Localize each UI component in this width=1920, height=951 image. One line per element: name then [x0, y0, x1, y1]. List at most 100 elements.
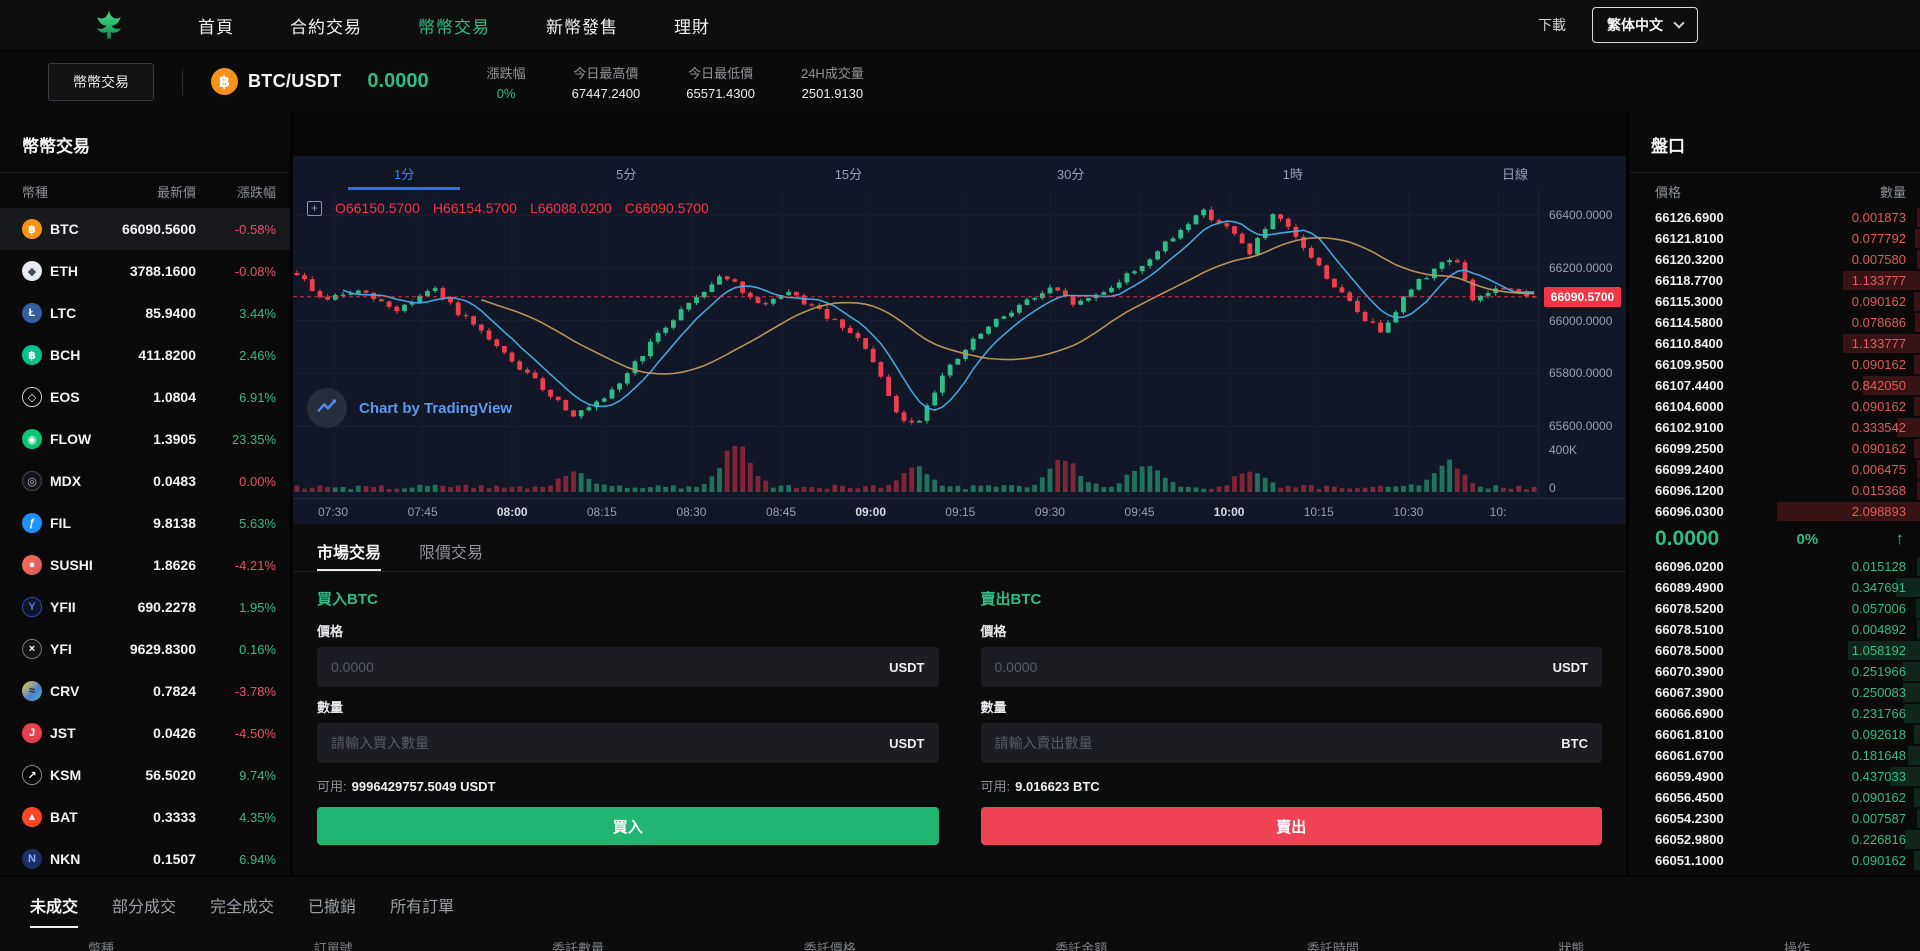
bid-row[interactable]: 66061.8100 0.092618	[1629, 724, 1920, 745]
coin-row-BTC[interactable]: ฿ BTC 66090.5600 -0.58%	[0, 208, 290, 250]
price-axis[interactable]: 66400.0000 66200.0000 66000.0000 65800.0000…	[1538, 190, 1626, 498]
coin-row-CRV[interactable]: ≈ CRV 0.7824 -3.78%	[0, 670, 290, 712]
coin-row-SUSHI[interactable]: ● SUSHI 1.8626 -4.21%	[0, 544, 290, 586]
bid-row[interactable]: 66059.4900 0.437033	[1629, 766, 1920, 787]
sell-price-input[interactable]	[994, 659, 1543, 675]
tradingview-attribution[interactable]: Chart by TradingView	[307, 388, 512, 428]
ob-qty: 0.015128	[1851, 559, 1906, 574]
sell-button[interactable]: 賣出	[980, 807, 1602, 845]
coin-change: 1.95%	[239, 599, 276, 615]
nav-item-3[interactable]: 新幣發售	[546, 13, 618, 38]
ob-price: 66096.0200	[1655, 559, 1724, 574]
bid-row[interactable]: 66078.5200 0.057006	[1629, 598, 1920, 619]
bid-row[interactable]: 66051.1000 0.090162	[1629, 850, 1920, 871]
pair-info: ฿ BTC/USDT 0.0000	[211, 68, 429, 95]
ask-row[interactable]: 66096.1200 0.015368	[1629, 480, 1920, 501]
coin-change: 2.46%	[239, 347, 276, 363]
coin-row-JST[interactable]: J JST 0.0426 -4.50%	[0, 712, 290, 754]
nav-item-1[interactable]: 合約交易	[290, 13, 362, 38]
buy-price-input[interactable]	[331, 659, 880, 675]
timeframe-tab-日線[interactable]: 日線	[1404, 156, 1626, 190]
coin-symbol-cell: ฿ BTC	[22, 219, 100, 239]
bid-row[interactable]: 66066.6900 0.231766	[1629, 703, 1920, 724]
ask-row[interactable]: 66109.9500 0.090162	[1629, 354, 1920, 375]
ask-row[interactable]: 66115.3000 0.090162	[1629, 291, 1920, 312]
coin-row-EOS[interactable]: ◇ EOS 1.0804 6.91%	[0, 376, 290, 418]
buy-amount-input[interactable]	[331, 735, 880, 751]
bid-row[interactable]: 66078.5100 0.004892	[1629, 619, 1920, 640]
coin-row-BCH[interactable]: ฿ BCH 411.8200 2.46%	[0, 334, 290, 376]
timeframe-label: 15分	[834, 167, 863, 182]
nav-item-0[interactable]: 首頁	[198, 13, 234, 38]
ob-price: 66051.1000	[1655, 853, 1724, 868]
nav-item-4[interactable]: 理財	[674, 13, 710, 38]
coin-row-LTC[interactable]: Ł LTC 85.9400 3.44%	[0, 292, 290, 334]
coin-row-BAT[interactable]: ▲ BAT 0.3333 4.35%	[0, 796, 290, 838]
sell-amount-input[interactable]	[994, 735, 1552, 751]
language-selector[interactable]: 繁体中文	[1592, 7, 1698, 43]
coin-row-FIL[interactable]: ƒ FIL 9.8138 5.63%	[0, 502, 290, 544]
candlestick-chart[interactable]	[293, 190, 1538, 498]
timeframe-tab-5分[interactable]: 5分	[515, 156, 737, 190]
bid-row[interactable]: 66061.6700 0.181648	[1629, 745, 1920, 766]
ask-row[interactable]: 66102.9100 0.333542	[1629, 417, 1920, 438]
timeframe-tab-1時[interactable]: 1時	[1182, 156, 1404, 190]
ask-row[interactable]: 66114.5800 0.078686	[1629, 312, 1920, 333]
coin-row-MDX[interactable]: ◎ MDX 0.0483 0.00%	[0, 460, 290, 502]
order-tab-1[interactable]: 部分成交	[112, 893, 176, 928]
order-tab-3[interactable]: 已撤銷	[308, 893, 356, 928]
ask-row[interactable]: 66118.7700 1.133777	[1629, 270, 1920, 291]
coin-symbol-cell: ◆ ETH	[22, 261, 100, 281]
legend-toggle-icon[interactable]: +	[307, 200, 322, 216]
ask-row[interactable]: 66099.2400 0.006475	[1629, 459, 1920, 480]
time-axis[interactable]: 07:30 07:45 08:00 08:15 08:30 08:45 09:00 09:15…	[293, 498, 1626, 524]
ask-row[interactable]: 66096.0300 2.098893	[1629, 501, 1920, 522]
bid-row[interactable]: 66089.4900 0.347691	[1629, 577, 1920, 598]
bid-row[interactable]: 66096.0200 0.015128	[1629, 556, 1920, 577]
bid-row[interactable]: 66067.3900 0.250083	[1629, 682, 1920, 703]
download-link[interactable]: 下載	[1538, 15, 1566, 35]
bid-row[interactable]: 66070.3900 0.251966	[1629, 661, 1920, 682]
coin-row-FLOW[interactable]: ◉ FLOW 1.3905 23.35%	[0, 418, 290, 460]
coin-row-KSM[interactable]: ↗ KSM 56.5020 9.74%	[0, 754, 290, 796]
trade-tab-1[interactable]: 限價交易	[419, 539, 483, 571]
logo-phoenix-icon[interactable]	[90, 6, 128, 44]
trade-tab-0[interactable]: 市場交易	[317, 539, 382, 571]
ask-row[interactable]: 66110.8400 1.133777	[1629, 333, 1920, 354]
bid-row[interactable]: 66052.9800 0.226816	[1629, 829, 1920, 850]
bid-row[interactable]: 66056.4500 0.090162	[1629, 787, 1920, 808]
coin-symbol: BAT	[50, 809, 78, 825]
chart-canvas[interactable]: + O66150.5700 H66154.5700 L66088.0200 C6…	[293, 190, 1626, 498]
market-type-button[interactable]: 幣幣交易	[48, 62, 154, 101]
coin-row-YFI[interactable]: × YFI 9629.8300 0.16%	[0, 628, 290, 670]
pair-label: BTC/USDT	[248, 71, 342, 91]
price-tick: 65800.0000	[1549, 366, 1613, 381]
coin-price: 9.8138	[153, 515, 196, 531]
ask-row[interactable]: 66120.3200 0.007580	[1629, 249, 1920, 270]
coin-row-NKN[interactable]: N NKN 0.1507 6.94%	[0, 838, 290, 880]
nav-item-2[interactable]: 幣幣交易	[418, 13, 490, 38]
order-tab-2[interactable]: 完全成交	[210, 893, 274, 928]
nkn-coin-icon: N	[22, 849, 42, 869]
coin-change: -0.08%	[234, 263, 276, 279]
ask-row[interactable]: 66126.6900 0.001873	[1629, 207, 1920, 228]
ask-row[interactable]: 66104.6000 0.090162	[1629, 396, 1920, 417]
ask-row[interactable]: 66107.4400 0.842050	[1629, 375, 1920, 396]
coin-row-ETH[interactable]: ◆ ETH 3788.1600 -0.08%	[0, 250, 290, 292]
coin-symbol: NKN	[50, 851, 81, 867]
coin-row-YFII[interactable]: Y YFII 690.2278 1.95%	[0, 586, 290, 628]
ob-qty: 1.058192	[1851, 643, 1906, 658]
bid-row[interactable]: 66078.5000 1.058192	[1629, 640, 1920, 661]
order-tab-0[interactable]: 未成交	[30, 893, 79, 928]
buy-button[interactable]: 買入	[317, 807, 939, 845]
ob-price: 66096.0300	[1655, 504, 1724, 519]
sell-price-field: USDT	[980, 647, 1602, 687]
bid-row[interactable]: 66054.2300 0.007587	[1629, 808, 1920, 829]
ask-row[interactable]: 66121.8100 0.077792	[1629, 228, 1920, 249]
timeframe-tab-15分[interactable]: 15分	[737, 156, 959, 190]
ob-qty: 0.347691	[1851, 580, 1906, 595]
timeframe-tab-30分[interactable]: 30分	[960, 156, 1182, 190]
ask-row[interactable]: 66099.2500 0.090162	[1629, 438, 1920, 459]
timeframe-tab-1分[interactable]: 1分	[293, 156, 515, 190]
order-tab-4[interactable]: 所有訂單	[390, 893, 454, 928]
